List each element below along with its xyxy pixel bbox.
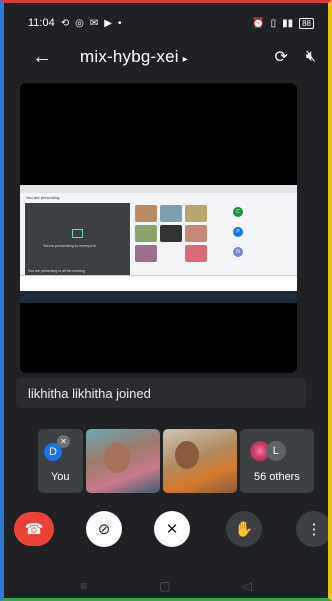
sms-icon: ✉ xyxy=(89,17,99,29)
others-tile-label: 56 others xyxy=(253,471,300,483)
presenting-label: You are presenting xyxy=(26,195,60,200)
participant-face xyxy=(103,443,130,473)
play-icon: ▶ xyxy=(104,17,112,29)
dot-icon: • xyxy=(117,17,122,29)
signal-icon: ▮▮ xyxy=(282,17,294,29)
participant-avatar: N xyxy=(233,247,243,257)
shared-thumb xyxy=(135,205,157,222)
participant-video-tile[interactable] xyxy=(162,429,237,493)
back-icon[interactable]: ◁ xyxy=(243,579,252,593)
meeting-top-bar: ← mix-hybg-xei ▸ ⟳ 🔇︎ xyxy=(4,39,328,75)
more-vert-icon[interactable]: ⋮ xyxy=(296,511,328,547)
present-icon xyxy=(72,229,83,238)
presenting-pane-footer: You are presenting to all the meeting xyxy=(28,269,85,273)
camera-off-icon[interactable]: ⊘ xyxy=(86,511,122,547)
avatar: L xyxy=(265,441,286,461)
self-tile[interactable]: ✕ D You xyxy=(38,429,83,493)
shared-thumb xyxy=(160,225,182,242)
presenting-pane: You're presenting to everyone You are pr… xyxy=(25,203,130,278)
back-arrow-icon[interactable]: ← xyxy=(32,46,58,69)
whatsapp-icon: ◎ xyxy=(75,17,84,29)
join-notification: likhitha likhitha joined xyxy=(16,378,306,408)
participant-video-tile[interactable] xyxy=(85,429,160,493)
battery-icon: 88 xyxy=(299,17,314,29)
participant-face xyxy=(174,441,199,469)
participant-avatar: P xyxy=(233,227,243,237)
raise-hand-icon[interactable]: ✋ xyxy=(226,511,262,547)
participant-strip: ✕ D You L 56 others xyxy=(38,429,315,493)
shared-thumb xyxy=(185,205,207,222)
participant-avatar: C xyxy=(233,207,243,217)
others-tile[interactable]: L 56 others xyxy=(239,429,315,493)
presenting-pane-text: You're presenting to everyone xyxy=(43,243,96,248)
clock: 11:04 xyxy=(28,17,55,29)
speaker-off-icon[interactable]: 🔇︎ xyxy=(306,48,316,66)
call-controls: ☎ ⊘ ✕ ✋ ⋮ xyxy=(4,511,328,547)
phone-screen: 11:04 ⟲ ◎ ✉ ▶ • ⏰ ▯ ▮▮ 88 ← mix-hybg-xei… xyxy=(0,0,332,601)
vibrate-icon: ▯ xyxy=(270,17,277,29)
shared-thumb xyxy=(185,245,207,262)
end-call-icon[interactable]: ☎ xyxy=(14,512,54,546)
status-bar: 11:04 ⟲ ◎ ✉ ▶ • ⏰ ▯ ▮▮ 88 xyxy=(4,3,328,43)
shared-taskbar xyxy=(20,291,297,303)
system-nav-bar: ≡ ▢ ◁ xyxy=(4,573,328,598)
camera-switch-icon[interactable]: ⟳ xyxy=(275,47,288,67)
home-icon[interactable]: ▢ xyxy=(159,579,170,593)
presentation-stage: You are presenting You're presenting to … xyxy=(20,83,297,373)
shared-meeting-dock xyxy=(20,275,297,291)
recents-icon[interactable]: ≡ xyxy=(80,579,87,593)
mic-off-icon[interactable]: ✕ xyxy=(154,511,190,547)
shared-thumb xyxy=(185,225,207,242)
avatar: D xyxy=(44,443,62,461)
shared-thumb xyxy=(160,205,182,222)
self-tile-label: You xyxy=(50,471,70,483)
cast-icon: ⟲ xyxy=(60,17,70,29)
join-notification-text: likhitha likhitha joined xyxy=(28,385,151,401)
shared-thumb xyxy=(135,245,157,262)
alarm-icon: ⏰ xyxy=(252,17,265,29)
shared-thumb xyxy=(135,225,157,242)
meeting-code[interactable]: mix-hybg-xei ▸ xyxy=(80,47,257,67)
shared-screen: You are presenting You're presenting to … xyxy=(20,185,297,303)
browser-tabs xyxy=(20,185,297,193)
